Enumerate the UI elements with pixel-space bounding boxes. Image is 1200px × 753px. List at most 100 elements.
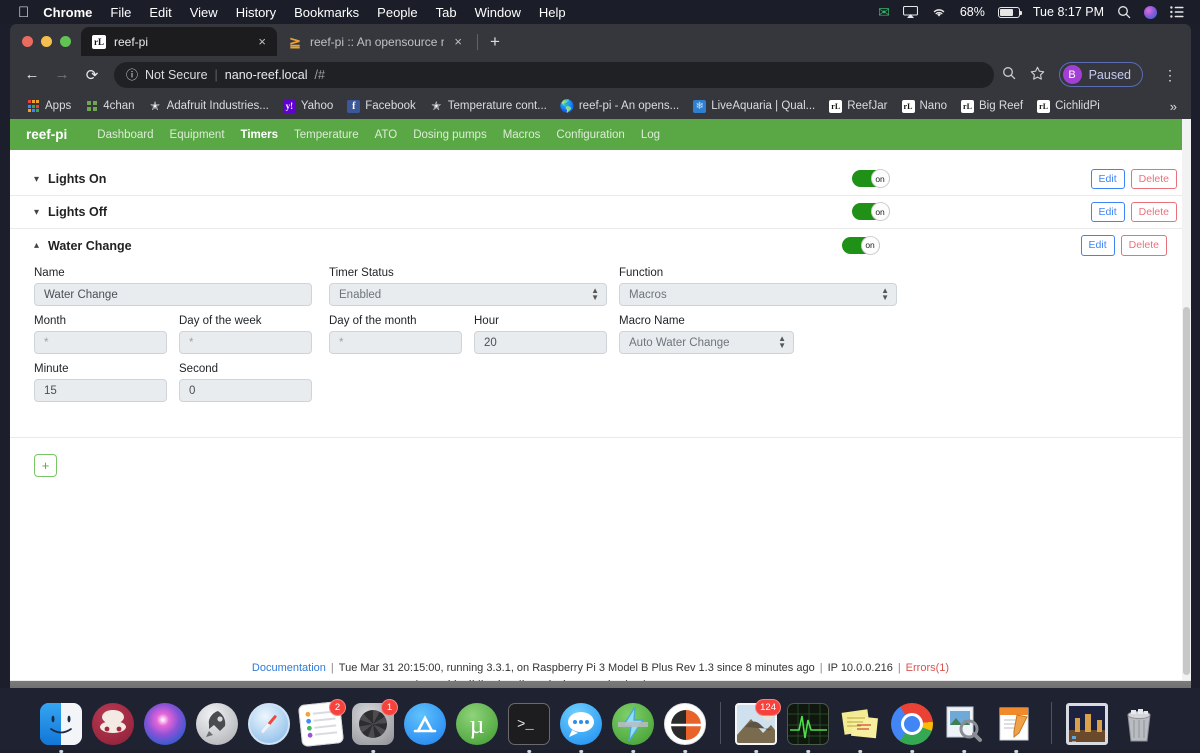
delete-button[interactable]: Delete [1131,202,1177,222]
edit-button[interactable]: Edit [1081,235,1115,255]
scrollbar-thumb[interactable] [1183,307,1190,675]
nav-log[interactable]: Log [633,129,668,141]
edit-button[interactable]: Edit [1091,169,1125,189]
delete-button[interactable]: Delete [1121,235,1167,255]
bookmark-4chan[interactable]: 4chan [78,98,141,115]
bookmarks-overflow-icon[interactable]: » [1170,99,1181,114]
nav-ato[interactable]: ATO [367,129,406,141]
close-icon[interactable]: × [452,35,464,48]
second-input[interactable]: 0 [179,379,312,402]
bookmark-yahoo[interactable]: y! Yahoo [276,98,340,115]
timer-row[interactable]: ▾ Lights On on Edit Delete [10,163,1191,196]
bookmark-apps[interactable]: Apps [20,98,78,115]
battery-icon[interactable] [998,7,1020,18]
hour-input[interactable]: 20 [474,331,607,354]
bookmark-adafruit[interactable]: ✭ Adafruit Industries... [142,98,276,115]
tab-reef-pi[interactable]: rL reef-pi × [81,27,277,56]
dock-item-launchpad[interactable] [194,701,240,747]
dock-item-photo-stack[interactable] [1064,701,1110,747]
dock-item-finder[interactable] [38,701,84,747]
dock-item-trash[interactable] [1116,701,1162,747]
dock-item-reminders[interactable]: 2 [298,701,344,747]
menubar-clock[interactable]: Tue 8:17 PM [1033,5,1104,19]
maximize-window-button[interactable] [60,36,71,47]
background-window-scrollbar[interactable] [10,681,1191,688]
timer-toggle[interactable]: on [852,203,890,220]
day-of-week-input[interactable]: * [179,331,312,354]
bookmark-big-reef[interactable]: rL Big Reef [954,98,1030,115]
dock-item-safari[interactable] [246,701,292,747]
bookmark-reef-pi-site[interactable]: 🌎 reef-pi - An opens... [554,98,686,115]
mail-icon[interactable]: ✉ [878,4,890,21]
dock-item-activity-monitor[interactable] [785,701,831,747]
dock-item-system-preferences[interactable]: 1 [350,701,396,747]
forward-arrow-icon[interactable]: → [48,61,76,89]
menubar-item-file[interactable]: File [110,5,131,20]
address-bar[interactable]: ⓘ Not Secure | nano-reef.local /# [114,62,994,88]
bookmark-facebook[interactable]: f Facebook [340,98,423,115]
nav-macros[interactable]: Macros [495,129,549,141]
minute-input[interactable]: 15 [34,379,167,402]
apple-logo-icon[interactable]:  [18,5,29,20]
search-icon[interactable] [1002,66,1016,83]
nav-dashboard[interactable]: Dashboard [89,129,161,141]
bookmark-temperature-controller[interactable]: ✭ Temperature cont... [423,98,554,115]
nav-dosing-pumps[interactable]: Dosing pumps [405,129,495,141]
close-icon[interactable]: × [256,35,268,48]
documentation-link[interactable]: Documentation [252,662,326,674]
chevron-down-icon[interactable]: ▾ [34,207,48,218]
dock-item-app-store[interactable] [402,701,448,747]
kebab-menu-icon[interactable]: ⋮ [1157,68,1183,82]
timer-status-select[interactable]: Enabled ▲▼ [329,283,607,306]
name-input[interactable]: Water Change [34,283,312,306]
bookmark-nano[interactable]: rL Nano [895,98,955,115]
dock-item-preview[interactable] [941,701,987,747]
timer-row[interactable]: ▾ Lights Off on Edit Delete [10,196,1191,229]
timer-toggle[interactable]: on [852,170,890,187]
dock-item-siri[interactable] [142,701,188,747]
dock-item-flash-player[interactable] [610,701,656,747]
app-brand[interactable]: reef-pi [26,127,67,142]
dock-item-pages[interactable] [993,701,1039,747]
menubar-item-view[interactable]: View [190,5,218,20]
menubar-item-help[interactable]: Help [539,5,566,20]
delete-button[interactable]: Delete [1131,169,1177,189]
info-circle-icon[interactable]: ⓘ [126,66,138,83]
tab-reef-pi-forum[interactable]: ≧ reef-pi :: An opensource reef ta × [277,27,473,56]
minimize-window-button[interactable] [41,36,52,47]
nav-timers[interactable]: Timers [233,129,287,141]
menubar-item-bookmarks[interactable]: Bookmarks [294,5,359,20]
nav-temperature[interactable]: Temperature [286,129,367,141]
reload-icon[interactable]: ⟳ [78,61,106,89]
function-select[interactable]: Macros ▲▼ [619,283,897,306]
macro-name-select[interactable]: Auto Water Change ▲▼ [619,331,794,354]
wifi-icon[interactable] [931,6,947,18]
timer-toggle[interactable]: on [842,237,880,254]
bookmark-cichlidpi[interactable]: rL CichlidPi [1030,98,1107,115]
dock-item-messages[interactable] [558,701,604,747]
page-scrollbar[interactable] [1182,119,1191,680]
bookmark-liveaquaria[interactable]: ❄ LiveAquaria | Qual... [686,98,822,115]
bookmark-reefjar[interactable]: rL ReefJar [822,98,894,115]
dock-item-dark-mode-app[interactable] [662,701,708,747]
add-timer-button[interactable]: + [34,454,57,477]
control-center-icon[interactable] [1170,6,1184,18]
search-icon[interactable] [1117,5,1131,19]
dock-item-stickies[interactable] [837,701,883,747]
airplay-icon[interactable] [903,6,918,18]
back-arrow-icon[interactable]: ← [18,61,46,89]
timer-row[interactable]: ▴ Water Change on Edit Delete [34,229,1167,262]
star-icon[interactable] [1030,66,1045,84]
day-of-month-input[interactable]: * [329,331,462,354]
dock-item-mail[interactable]: 124 [733,701,779,747]
menubar-item-tab[interactable]: Tab [436,5,457,20]
menubar-item-history[interactable]: History [236,5,276,20]
month-input[interactable]: * [34,331,167,354]
nav-equipment[interactable]: Equipment [162,129,233,141]
chevron-up-icon[interactable]: ▴ [34,240,48,251]
edit-button[interactable]: Edit [1091,202,1125,222]
dock-item-utorrent[interactable]: µ [454,701,500,747]
menubar-item-window[interactable]: Window [475,5,521,20]
errors-link[interactable]: Errors(1) [906,662,949,674]
siri-icon[interactable] [1144,6,1157,19]
